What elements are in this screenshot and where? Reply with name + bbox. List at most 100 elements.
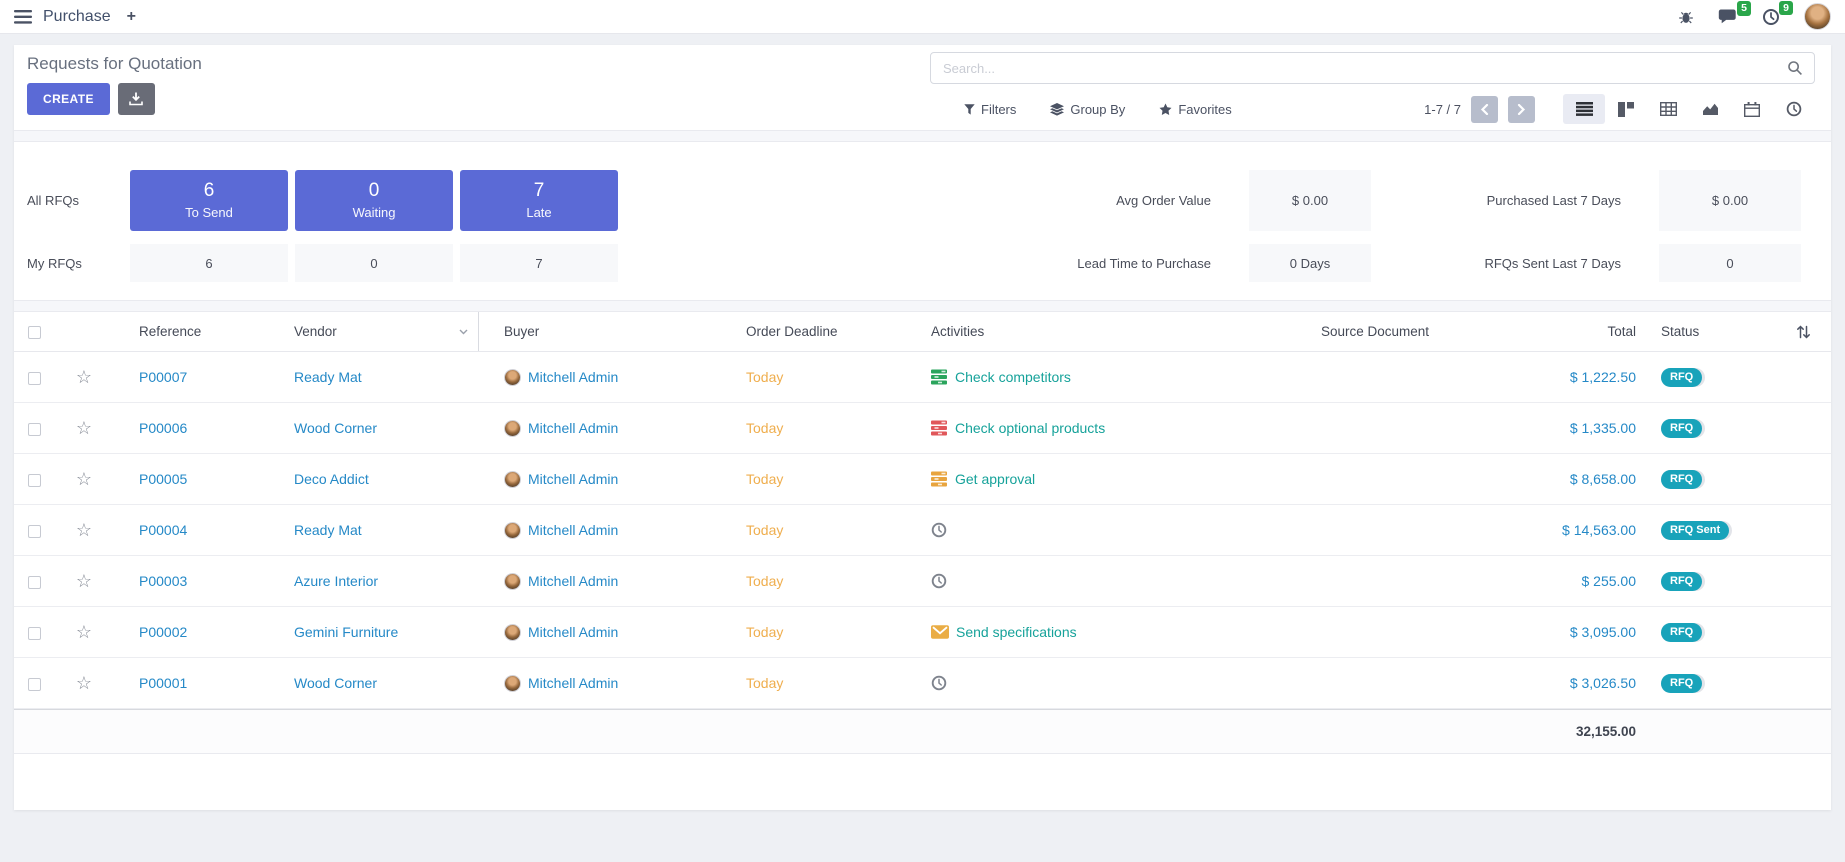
kanban-view-icon[interactable] xyxy=(1605,94,1647,124)
buyer-link[interactable]: Mitchell Admin xyxy=(528,624,618,640)
app-name[interactable]: Purchase xyxy=(43,8,111,26)
calendar-view-icon[interactable] xyxy=(1731,94,1773,124)
row-checkbox[interactable] xyxy=(28,678,41,691)
reference-link[interactable]: P00003 xyxy=(139,573,187,589)
favorites-button[interactable]: Favorites xyxy=(1159,102,1231,117)
buyer-link[interactable]: Mitchell Admin xyxy=(528,573,618,589)
activity-label[interactable]: Check optional products xyxy=(955,420,1105,436)
list-view-icon[interactable] xyxy=(1563,94,1605,124)
vendor-link[interactable]: Ready Mat xyxy=(294,369,362,385)
row-checkbox[interactable] xyxy=(28,474,41,487)
apps-menu-icon[interactable] xyxy=(14,10,32,24)
column-header-order-deadline[interactable]: Order Deadline xyxy=(719,324,899,339)
my-late-value[interactable]: 7 xyxy=(460,244,618,282)
column-header-activities[interactable]: Activities xyxy=(899,324,1244,339)
column-header-vendor[interactable]: Vendor xyxy=(264,312,479,351)
lead-time-label: Lead Time to Purchase xyxy=(1021,244,1211,282)
table-row[interactable]: ☆ P00003 Azure Interior Mitchell Admin T… xyxy=(14,556,1831,607)
favorite-star-icon[interactable]: ☆ xyxy=(76,623,92,641)
reference-link[interactable]: P00007 xyxy=(139,369,187,385)
vendor-link[interactable]: Wood Corner xyxy=(294,675,377,691)
table-row[interactable]: ☆ P00004 Ready Mat Mitchell Admin Today … xyxy=(14,505,1831,556)
favorite-star-icon[interactable]: ☆ xyxy=(76,470,92,488)
my-waiting-value[interactable]: 0 xyxy=(295,244,453,282)
kpi-to-send-button[interactable]: 6 To Send xyxy=(130,170,288,231)
select-all-checkbox[interactable] xyxy=(28,326,41,339)
order-deadline-value: Today xyxy=(746,369,783,385)
row-checkbox[interactable] xyxy=(28,372,41,385)
activity-view-icon[interactable] xyxy=(1773,94,1815,124)
filter-funnel-icon xyxy=(964,104,975,115)
user-avatar[interactable] xyxy=(1804,3,1831,30)
activity-label[interactable]: Send specifications xyxy=(956,624,1077,640)
buyer-link[interactable]: Mitchell Admin xyxy=(528,369,618,385)
favorite-star-icon[interactable]: ☆ xyxy=(76,521,92,539)
buyer-avatar xyxy=(504,573,521,590)
search-icon[interactable] xyxy=(1787,60,1814,76)
graph-view-icon[interactable] xyxy=(1689,94,1731,124)
column-header-total[interactable]: Total xyxy=(1506,324,1651,339)
order-deadline-value: Today xyxy=(746,573,783,589)
filters-button[interactable]: Filters xyxy=(964,102,1016,117)
activity-label[interactable]: Get approval xyxy=(955,471,1035,487)
column-header-reference[interactable]: Reference xyxy=(114,324,264,339)
activity-clock-icon[interactable] xyxy=(931,522,948,538)
group-by-button[interactable]: Group By xyxy=(1050,102,1125,117)
table-row[interactable]: ☆ P00006 Wood Corner Mitchell Admin Toda… xyxy=(14,403,1831,454)
buyer-link[interactable]: Mitchell Admin xyxy=(528,675,618,691)
my-to-send-value[interactable]: 6 xyxy=(130,244,288,282)
row-checkbox[interactable] xyxy=(28,423,41,436)
avg-order-value: $ 0.00 xyxy=(1249,170,1371,231)
buyer-link[interactable]: Mitchell Admin xyxy=(528,420,618,436)
activity-label[interactable]: Check competitors xyxy=(955,369,1071,385)
activities-clock-icon[interactable]: 9 xyxy=(1762,8,1780,26)
column-header-source-document[interactable]: Source Document xyxy=(1244,324,1506,339)
reference-link[interactable]: P00005 xyxy=(139,471,187,487)
debug-bug-icon[interactable] xyxy=(1678,9,1694,25)
optional-columns-icon[interactable] xyxy=(1796,325,1811,339)
table-row[interactable]: ☆ P00001 Wood Corner Mitchell Admin Toda… xyxy=(14,658,1831,709)
column-header-status[interactable]: Status xyxy=(1651,324,1776,339)
favorite-star-icon[interactable]: ☆ xyxy=(76,419,92,437)
search-input[interactable] xyxy=(931,61,1787,76)
new-tab-button[interactable]: + xyxy=(127,8,136,26)
row-checkbox[interactable] xyxy=(28,627,41,640)
activity-icon[interactable] xyxy=(931,471,948,487)
messages-icon[interactable]: 5 xyxy=(1718,8,1738,25)
pivot-view-icon[interactable] xyxy=(1647,94,1689,124)
download-icon xyxy=(129,92,143,106)
reference-link[interactable]: P00001 xyxy=(139,675,187,691)
favorite-star-icon[interactable]: ☆ xyxy=(76,674,92,692)
table-row[interactable]: ☆ P00002 Gemini Furniture Mitchell Admin… xyxy=(14,607,1831,658)
section-divider xyxy=(14,130,1831,142)
table-row[interactable]: ☆ P00007 Ready Mat Mitchell Admin Today … xyxy=(14,352,1831,403)
row-checkbox[interactable] xyxy=(28,576,41,589)
activity-icon[interactable] xyxy=(931,420,948,436)
kpi-late-button[interactable]: 7 Late xyxy=(460,170,618,231)
export-button[interactable] xyxy=(118,83,155,115)
buyer-link[interactable]: Mitchell Admin xyxy=(528,471,618,487)
vendor-link[interactable]: Deco Addict xyxy=(294,471,369,487)
kpi-waiting-button[interactable]: 0 Waiting xyxy=(295,170,453,231)
reference-link[interactable]: P00002 xyxy=(139,624,187,640)
favorite-star-icon[interactable]: ☆ xyxy=(76,572,92,590)
reference-link[interactable]: P00006 xyxy=(139,420,187,436)
favorite-star-icon[interactable]: ☆ xyxy=(76,368,92,386)
activity-clock-icon[interactable] xyxy=(931,573,948,589)
buyer-link[interactable]: Mitchell Admin xyxy=(528,522,618,538)
create-button[interactable]: CREATE xyxy=(27,83,110,115)
pager-next-button[interactable] xyxy=(1508,96,1535,123)
column-header-buyer[interactable]: Buyer xyxy=(479,324,719,339)
activity-icon[interactable] xyxy=(931,369,948,385)
activity-email-icon[interactable] xyxy=(931,625,949,639)
status-badge: RFQ xyxy=(1661,368,1705,387)
activity-clock-icon[interactable] xyxy=(931,675,948,691)
vendor-link[interactable]: Ready Mat xyxy=(294,522,362,538)
table-row[interactable]: ☆ P00005 Deco Addict Mitchell Admin Toda… xyxy=(14,454,1831,505)
reference-link[interactable]: P00004 xyxy=(139,522,187,538)
row-checkbox[interactable] xyxy=(28,525,41,538)
vendor-link[interactable]: Wood Corner xyxy=(294,420,377,436)
vendor-link[interactable]: Gemini Furniture xyxy=(294,624,398,640)
vendor-link[interactable]: Azure Interior xyxy=(294,573,378,589)
pager-previous-button[interactable] xyxy=(1471,96,1498,123)
